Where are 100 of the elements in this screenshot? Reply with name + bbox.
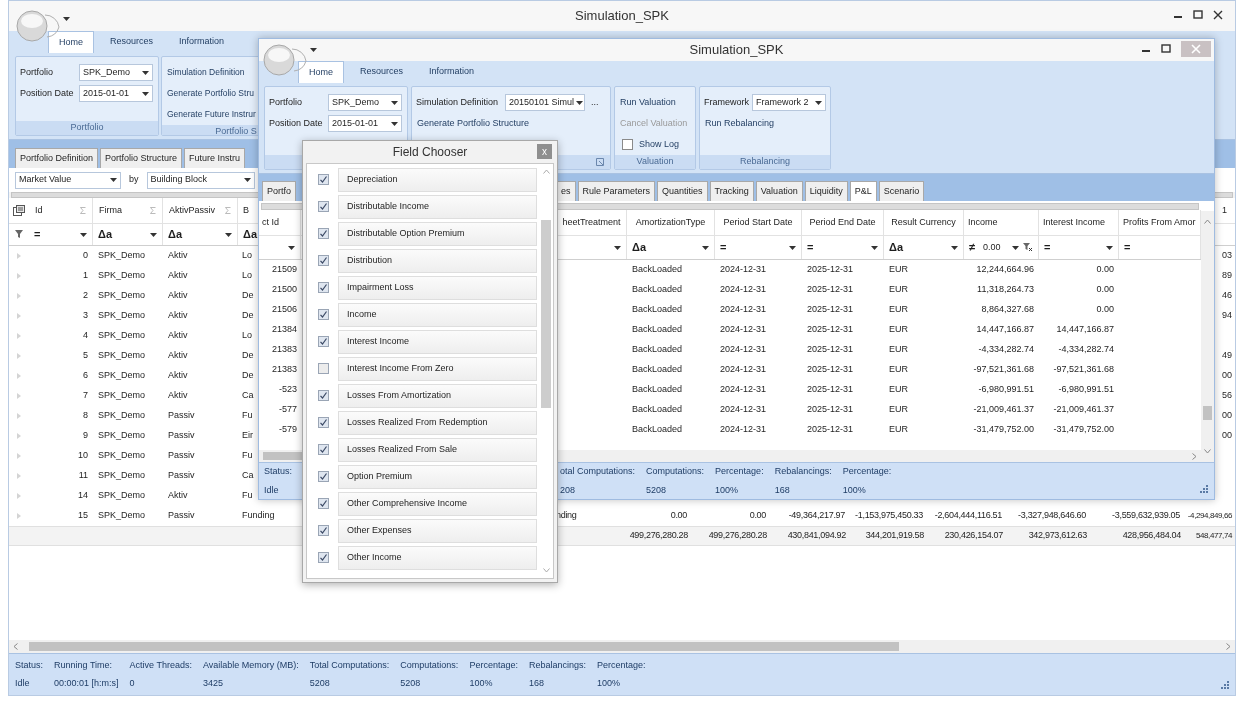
resize-grip-icon[interactable]	[1221, 681, 1229, 689]
ribbon-button[interactable]: Simulation Definition	[166, 63, 246, 82]
resize-grip-icon[interactable]	[1200, 485, 1208, 493]
scrollbar-thumb[interactable]	[1203, 406, 1212, 420]
column-header[interactable]: Period End Date	[809, 215, 876, 230]
checkbox[interactable]	[318, 471, 329, 482]
checkbox[interactable]	[318, 282, 329, 293]
close-icon[interactable]	[1213, 10, 1223, 20]
field-item[interactable]: Distributable Option Premium	[338, 221, 537, 246]
column-header[interactable]: Interest Income	[1043, 215, 1106, 230]
field-item[interactable]: Distribution	[338, 248, 537, 273]
checkbox[interactable]	[318, 336, 329, 347]
filter-operator[interactable]: Δa	[98, 226, 113, 243]
column-header[interactable]: Period Start Date	[723, 215, 793, 230]
filter-caret-icon[interactable]	[1012, 245, 1019, 250]
maximize-icon[interactable]	[1161, 44, 1171, 54]
checkbox[interactable]	[318, 525, 329, 536]
filter-icon[interactable]	[14, 230, 24, 239]
filter-operator[interactable]: Δa	[168, 226, 183, 243]
view-tab[interactable]: Portfolio Definition	[15, 148, 99, 168]
maximize-icon[interactable]	[1193, 10, 1203, 20]
view-tab[interactable]: Tracking	[709, 181, 754, 201]
column-header[interactable]: 1	[1222, 203, 1227, 218]
scroll-up-icon[interactable]	[1204, 219, 1211, 224]
column-header[interactable]: B	[243, 203, 254, 218]
checkbox[interactable]	[622, 139, 633, 150]
filter-operator[interactable]: =	[1044, 239, 1051, 256]
column-header[interactable]: Profits From Amor	[1123, 215, 1196, 230]
field-item[interactable]: Losses Realized From Redemption	[338, 410, 537, 435]
checkbox[interactable]	[318, 417, 329, 428]
field-item[interactable]: Other Expenses	[338, 518, 537, 543]
field-item[interactable]: Interest Income	[338, 329, 537, 354]
filter-caret-icon[interactable]	[80, 232, 87, 237]
checkbox[interactable]	[318, 255, 329, 266]
filter-operator[interactable]: Δa	[243, 226, 258, 243]
scroll-down-icon[interactable]	[1204, 449, 1211, 454]
view-tab[interactable]: Portfolio Structure	[100, 148, 183, 168]
ribbon-tab[interactable]: Resources	[100, 31, 164, 53]
ribbon-tab[interactable]: Information	[419, 61, 485, 83]
checkbox[interactable]	[318, 552, 329, 563]
view-tab[interactable]: Future Instru	[184, 148, 246, 168]
scroll-right-icon[interactable]	[1226, 643, 1231, 650]
view-tab[interactable]: Scenario	[878, 181, 925, 201]
field-item[interactable]: Depreciation	[338, 167, 537, 192]
filter-operator[interactable]: =	[1124, 239, 1131, 256]
checkbox[interactable]	[318, 363, 329, 374]
field-item[interactable]: Income	[338, 302, 537, 327]
dropdown[interactable]: 2015-01-01	[328, 115, 402, 132]
field-chooser-icon[interactable]	[13, 205, 25, 216]
filter-operator[interactable]: ≠	[969, 239, 976, 256]
column-header[interactable]: Id	[35, 203, 80, 218]
column-header[interactable]: Firma	[99, 203, 150, 218]
ribbon-button[interactable]: Generate Future Instrur	[166, 105, 257, 124]
vertical-scrollbar[interactable]	[1201, 211, 1214, 462]
column-header[interactable]: AmortizationType	[635, 215, 706, 230]
checkbox[interactable]	[318, 390, 329, 401]
checkbox[interactable]	[318, 309, 329, 320]
filter-caret-icon[interactable]	[789, 245, 796, 250]
filter-caret-icon[interactable]	[225, 232, 232, 237]
ribbon-button[interactable]: Run Rebalancing	[704, 114, 776, 133]
dropdown[interactable]: Market Value	[15, 171, 121, 189]
ribbon-button[interactable]: Generate Portfolio Structure	[416, 114, 531, 133]
filter-operator[interactable]: Δa	[889, 239, 904, 256]
field-item[interactable]: Option Premium	[338, 464, 537, 489]
view-tab[interactable]: Quantities	[657, 181, 708, 201]
dropdown[interactable]: SPK_Demo	[79, 64, 153, 81]
checkbox[interactable]	[318, 498, 329, 509]
dropdown[interactable]: 2015-01-01	[79, 85, 153, 102]
scroll-right-icon[interactable]	[1192, 452, 1197, 460]
scrollbar-thumb[interactable]	[541, 220, 551, 408]
ribbon-tab[interactable]: Information	[169, 31, 235, 53]
filter-caret-icon[interactable]	[951, 245, 958, 250]
checkbox[interactable]	[318, 174, 329, 185]
column-header[interactable]: Income	[968, 215, 998, 230]
filter-caret-icon[interactable]	[1106, 245, 1113, 250]
field-item[interactable]: Interest Income From Zero	[338, 356, 537, 381]
filter-caret-icon[interactable]	[702, 245, 709, 250]
view-tab[interactable]: es	[556, 181, 576, 201]
ribbon-button[interactable]: Generate Portfolio Stru	[166, 84, 255, 103]
field-item[interactable]: Other Comprehensive Income	[338, 491, 537, 516]
field-item[interactable]: Losses From Amortization	[338, 383, 537, 408]
field-item[interactable]: Impairment Loss	[338, 275, 537, 300]
dialog-launcher-icon[interactable]	[596, 158, 604, 166]
view-tab[interactable]: Rule Parameters	[577, 181, 656, 201]
field-item[interactable]: Distributable Income	[338, 194, 537, 219]
dropdown[interactable]: SPK_Demo	[328, 94, 402, 111]
filter-operator[interactable]: =	[720, 239, 727, 256]
view-tab[interactable]: Liquidity	[804, 181, 848, 201]
dropdown[interactable]: Framework 2	[752, 94, 826, 111]
filter-operator[interactable]: Δa	[632, 239, 647, 256]
checkbox[interactable]	[318, 444, 329, 455]
more-button[interactable]: ...	[588, 95, 602, 110]
checkbox[interactable]	[318, 228, 329, 239]
filter-operator[interactable]: =	[807, 239, 814, 256]
column-header[interactable]: AktivPassiv	[169, 203, 225, 218]
filter-operator[interactable]: =	[34, 226, 41, 243]
view-tab[interactable]: Portfo	[262, 181, 296, 201]
view-tab[interactable]: Valuation	[755, 181, 803, 201]
clear-filter-icon[interactable]	[1023, 243, 1033, 252]
dropdown[interactable]: 20150101 Simul	[505, 94, 585, 111]
